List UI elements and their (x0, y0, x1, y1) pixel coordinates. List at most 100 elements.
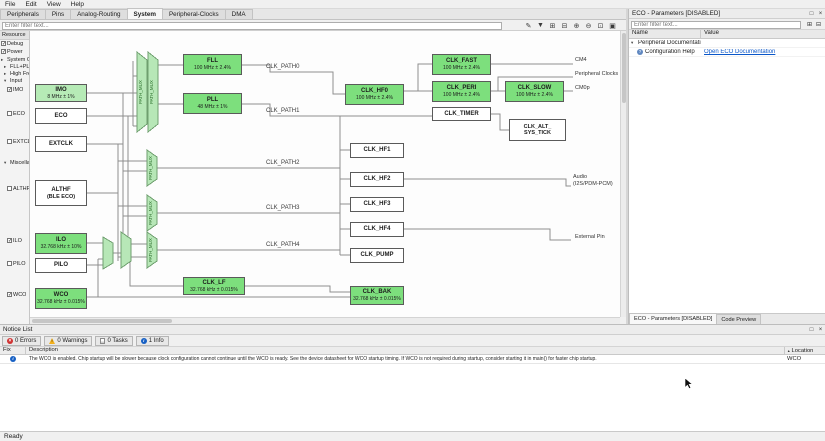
resource-item-high-frequency[interactable]: ▸ High Frequency (0, 70, 29, 77)
node-althf[interactable]: ALTHF (BLE ECO) (35, 180, 87, 206)
tab-analog-routing[interactable]: Analog-Routing (70, 9, 128, 19)
menu-help[interactable]: Help (66, 0, 89, 8)
column-value[interactable]: Value (701, 30, 825, 38)
resource-item-pilo[interactable]: PILO (0, 260, 29, 267)
resource-item-ilo[interactable]: ✓ ILO (0, 237, 29, 244)
node-clk-hf4[interactable]: CLK_HF4 (350, 222, 404, 237)
tab-peripheral-clocks[interactable]: Peripheral-Clocks (161, 9, 226, 19)
canvas-filter-input[interactable] (2, 21, 502, 30)
column-location[interactable]: ▲ Location (785, 347, 825, 354)
filter-icon[interactable]: ▼ (535, 21, 546, 30)
chevron-down-icon[interactable]: ▾ (4, 78, 9, 84)
expand-all-icon[interactable]: ⊞ (547, 21, 558, 30)
expand-all-icon[interactable]: ⊞ (805, 20, 814, 28)
checkbox-althf[interactable] (7, 186, 12, 191)
node-wco[interactable]: WCO 32.768 kHz ± 0.015% (35, 288, 87, 309)
info-filter-button[interactable]: i 1 Info (135, 335, 169, 346)
column-fix[interactable]: Fix (0, 347, 26, 354)
checkbox-ilo[interactable]: ✓ (7, 238, 12, 244)
checkbox-wco[interactable]: ✓ (7, 292, 12, 298)
float-panel-icon[interactable]: □ (807, 10, 816, 18)
node-clk-pump[interactable]: CLK_PUMP (350, 248, 404, 263)
parameters-filter-input[interactable] (631, 20, 801, 29)
node-clk-hf0[interactable]: CLK_HF0 100 MHz ± 2.4% (345, 84, 404, 105)
notice-list-header: Notice List □ × (0, 325, 825, 335)
collapse-all-icon[interactable]: ⊟ (559, 21, 570, 30)
notice-fix-cell: i (0, 356, 26, 362)
param-help-row[interactable]: ? Configuration Help Open ECO Documentat… (629, 48, 825, 57)
node-clk-bak[interactable]: CLK_BAK 32.768 kHz ± 0.015% (350, 286, 404, 305)
tab-system[interactable]: System (126, 8, 163, 19)
close-panel-icon[interactable]: × (816, 326, 825, 334)
notice-row[interactable]: i The WCO is enabled. Chip startup will … (0, 355, 825, 364)
open-eco-documentation-link[interactable]: Open ECO Documentation (704, 49, 775, 55)
close-panel-icon[interactable]: × (816, 10, 825, 18)
node-clk-lf[interactable]: CLK_LF 32.768 kHz ± 0.015% (183, 277, 245, 295)
resource-item-miscellaneous[interactable]: ▾ Miscellaneous (0, 159, 29, 166)
resource-item-wco[interactable]: ✓ WCO (0, 291, 29, 298)
checkbox-extclk[interactable] (7, 139, 12, 144)
zoom-out-icon[interactable]: ⊖ (583, 21, 594, 30)
menu-file[interactable]: File (0, 0, 20, 8)
node-ilo[interactable]: ILO 32.768 kHz ± 10% (35, 233, 87, 254)
chevron-down-icon[interactable]: ▾ (4, 160, 9, 166)
tab-eco-parameters[interactable]: ECO - Parameters [DISABLED] (629, 313, 718, 324)
collapse-all-icon[interactable]: ⊟ (814, 20, 823, 28)
chevron-right-icon[interactable]: ▸ (4, 64, 9, 70)
zoom-in-icon[interactable]: ⊕ (571, 21, 582, 30)
node-extclk[interactable]: EXTCLK (35, 136, 87, 152)
tasks-filter-button[interactable]: 0 Tasks (95, 335, 133, 346)
column-name[interactable]: Name (629, 30, 701, 38)
resource-item-althf[interactable]: ALTHF (0, 185, 29, 192)
node-fll[interactable]: FLL 100 MHz ± 2.4% (183, 54, 242, 75)
resource-item-eco[interactable]: ECO (0, 110, 29, 117)
tab-peripherals[interactable]: Peripherals (0, 9, 46, 19)
node-eco[interactable]: ECO (35, 108, 87, 124)
node-pll[interactable]: PLL 48 MHz ± 1% (183, 93, 242, 114)
node-clk-alt-sys-tick[interactable]: CLK_ALT_ SYS_TICK (509, 119, 566, 141)
node-clk-hf1[interactable]: CLK_HF1 (350, 143, 404, 158)
tab-code-preview[interactable]: Code Preview (716, 314, 762, 324)
resource-item-power[interactable]: ✓ Power (0, 48, 29, 55)
column-description[interactable]: Description (26, 347, 785, 354)
resource-item-imo[interactable]: ✓ IMO (0, 86, 29, 93)
node-clk-fast[interactable]: CLK_FAST 100 MHz ± 2.4% (432, 54, 491, 75)
warnings-filter-button[interactable]: ! 0 Warnings (44, 335, 93, 346)
checkbox-debug[interactable]: ✓ (1, 41, 6, 47)
node-imo[interactable]: IMO 8 MHz ± 1% (35, 84, 87, 102)
menu-view[interactable]: View (42, 0, 66, 8)
canvas-horizontal-scrollbar[interactable] (30, 317, 620, 324)
path-mux[interactable] (102, 236, 114, 270)
checkbox-imo[interactable]: ✓ (7, 87, 12, 93)
wire-lines (87, 61, 573, 298)
checkbox-eco[interactable] (7, 111, 12, 116)
chevron-down-icon[interactable]: ▾ (631, 40, 636, 46)
menu-edit[interactable]: Edit (20, 0, 41, 8)
param-group-row[interactable]: ▾ Peripheral Documentation (629, 39, 825, 48)
resource-item-debug[interactable]: ✓ Debug (0, 40, 29, 47)
resource-item-fll-pll[interactable]: ▸ FLL+PLL (0, 63, 29, 70)
resource-item-system-clocks[interactable]: ▸ System Clocks (0, 56, 29, 63)
clock-diagram-canvas[interactable]: PATH_MUX PATH_MUX PATH_MUX PATH_MUX PATH… (30, 31, 620, 317)
path-mux[interactable] (120, 231, 132, 269)
zoom-fit-icon[interactable]: ⊡ (595, 21, 606, 30)
errors-filter-button[interactable]: × 0 Errors (2, 335, 42, 346)
scrollbar-thumb[interactable] (32, 319, 172, 323)
resource-item-input[interactable]: ▾ Input (0, 77, 29, 84)
checkbox-power[interactable]: ✓ (1, 49, 6, 55)
chevron-right-icon[interactable]: ▸ (4, 71, 9, 77)
resource-item-extclk[interactable]: EXTCLK (0, 138, 29, 145)
node-clk-peri[interactable]: CLK_PERI 100 MHz ± 2.4% (432, 81, 491, 102)
tab-pins[interactable]: Pins (44, 9, 72, 19)
node-clk-slow[interactable]: CLK_SLOW 100 MHz ± 2.4% (505, 81, 564, 102)
node-clk-hf2[interactable]: CLK_HF2 (350, 172, 404, 187)
edit-icon[interactable]: ✎ (523, 21, 534, 30)
node-clk-hf3[interactable]: CLK_HF3 (350, 197, 404, 212)
float-panel-icon[interactable]: □ (807, 326, 816, 334)
zoom-selection-icon[interactable]: ▣ (607, 21, 618, 30)
tab-dma[interactable]: DMA (224, 9, 253, 19)
node-clk-timer[interactable]: CLK_TIMER (432, 107, 491, 121)
chevron-right-icon[interactable]: ▸ (1, 57, 6, 63)
node-pilo[interactable]: PILO (35, 258, 87, 273)
checkbox-pilo[interactable] (7, 261, 12, 266)
